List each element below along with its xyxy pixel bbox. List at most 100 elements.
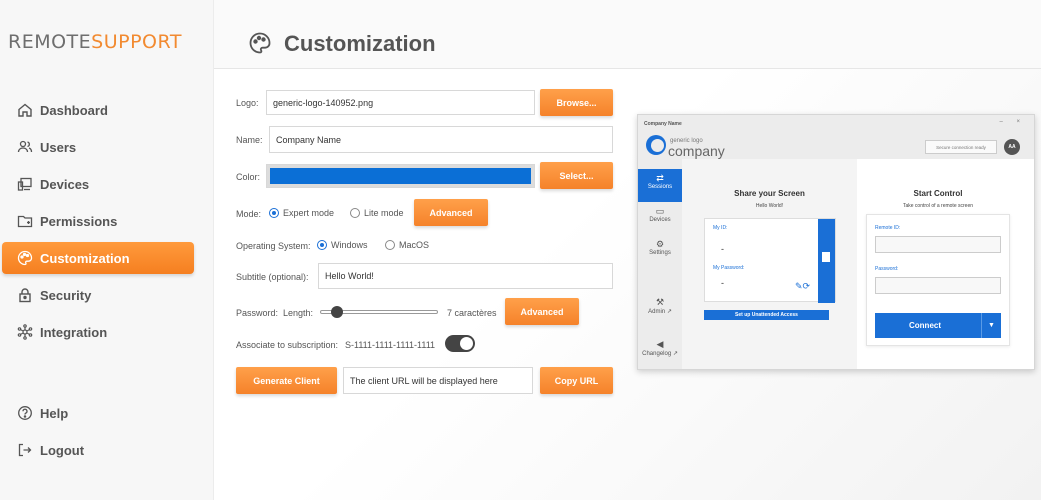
subtitle-field[interactable]: Hello World!: [318, 263, 613, 289]
sidebar-item-label: Integration: [40, 324, 108, 340]
permissions-icon: [16, 212, 34, 230]
sidebar-item-customization[interactable]: Customization: [2, 242, 194, 274]
brand-part-2: SUPPORT: [91, 31, 182, 53]
palette-icon: [16, 249, 34, 267]
unattended-access-button: Set up Unattended Access: [704, 310, 829, 320]
preview-nav-label: Settings: [649, 250, 671, 256]
toggle-knob: [460, 337, 473, 350]
chevron-down-icon: ▼: [981, 313, 1001, 338]
sidebar-item-label: Customization: [40, 250, 130, 266]
sidebar-item-permissions[interactable]: Permissions: [2, 205, 194, 237]
remote-id-label: Remote ID:: [875, 225, 901, 231]
share-screen-panel: Share your Screen Hello World! My ID: - …: [682, 159, 857, 369]
radio-label: Lite mode: [364, 208, 404, 218]
my-password-label: My Password:: [713, 265, 745, 271]
color-field[interactable]: [266, 164, 535, 188]
preview-nav-admin: ⚒ Admin ↗: [638, 297, 682, 315]
sessions-icon: ⇄: [656, 173, 664, 183]
control-subtitle: Take control of a remote screen: [902, 203, 974, 209]
sidebar-item-integration[interactable]: Integration: [2, 316, 194, 348]
help-icon: [16, 404, 34, 422]
os-label: Operating System:: [236, 241, 311, 251]
preview-password-label: Password:: [875, 266, 899, 272]
select-color-button[interactable]: Select...: [540, 162, 613, 189]
sidebar-item-label: Dashboard: [40, 102, 108, 118]
company-name-field[interactable]: Company Name: [269, 126, 613, 153]
subscription-id: S-1111-1111-1111-1111: [345, 340, 436, 350]
sidebar-item-users[interactable]: Users: [2, 131, 194, 163]
client-url-field[interactable]: The client URL will be displayed here: [343, 367, 533, 394]
remote-id-input: [875, 236, 1001, 253]
preview-nav-devices: ▭ Devices: [638, 206, 682, 223]
preview-sidebar: ⇄ Sessions ▭ Devices ⚙ Settings ⚒ Admin ↗ ◀ C…: [638, 169, 682, 369]
home-icon: [16, 101, 34, 119]
avatar: AA: [1004, 139, 1020, 155]
palette-icon: [249, 32, 271, 54]
sidebar-item-label: Logout: [40, 442, 85, 458]
refresh-icon: ✎⟳: [795, 281, 811, 291]
preview-logo-big: company: [668, 143, 725, 159]
color-swatch: [270, 168, 531, 184]
preview-nav-label: Sessions: [647, 184, 673, 190]
sidebar-item-logout[interactable]: Logout: [2, 434, 194, 466]
mode-advanced-button[interactable]: Advanced: [414, 199, 488, 226]
macos-radio[interactable]: MacOS: [385, 240, 429, 250]
sidebar-item-dashboard[interactable]: Dashboard: [2, 94, 194, 126]
logo-field[interactable]: generic-logo-140952.png: [266, 90, 535, 115]
sidebar-item-label: Permissions: [40, 213, 118, 229]
copy-url-button[interactable]: Copy URL: [540, 367, 613, 394]
page-header: Customization: [214, 0, 1041, 69]
connect-label: Connect: [909, 321, 941, 330]
gear-icon: ⚙: [655, 239, 665, 249]
brand-logo: REMOTESUPPORT: [8, 31, 182, 53]
sidebar-item-devices[interactable]: Devices: [2, 168, 194, 200]
preview-nav-settings: ⚙ Settings: [638, 239, 682, 256]
share-title: Share your Screen: [734, 189, 805, 198]
preview-title: Company Name: [644, 121, 682, 127]
copy-icon: [822, 252, 830, 262]
my-id-label: My ID:: [713, 225, 728, 231]
lock-icon: [16, 286, 34, 304]
sidebar-item-label: Security: [40, 287, 92, 303]
slider-thumb[interactable]: [330, 306, 343, 318]
preview-nav-label: Devices: [649, 217, 671, 223]
my-id-box: My ID: - My Password: - ✎⟳: [704, 218, 836, 303]
sidebar-item-security[interactable]: Security: [2, 279, 194, 311]
preview-nav-label: Admin ↗: [648, 309, 672, 315]
generate-client-button[interactable]: Generate Client: [236, 367, 337, 394]
subscription-toggle[interactable]: [445, 335, 475, 352]
length-label: Length:: [283, 308, 314, 318]
preview-nav-changelog: ◀ Changelog ↗: [638, 339, 682, 357]
name-label: Name:: [236, 135, 263, 145]
page-title: Customization: [284, 31, 436, 56]
users-icon: [16, 138, 34, 156]
control-box: Remote ID: Password: Connect ▼: [866, 214, 1010, 346]
brand-part-1: REMOTE: [8, 31, 92, 53]
preview-status: Secure connection ready: [925, 140, 997, 154]
subscription-label: Associate to subscription:: [236, 340, 339, 350]
expert-mode-radio[interactable]: Expert mode: [269, 208, 334, 218]
lite-mode-radio[interactable]: Lite mode: [350, 208, 404, 218]
radio-label: Windows: [331, 240, 368, 250]
connect-button: Connect ▼: [875, 313, 1001, 338]
radio-dot: [350, 208, 360, 218]
mode-label: Mode:: [236, 209, 262, 219]
devices-icon: [16, 175, 34, 193]
devices-icon: ▭: [655, 206, 665, 216]
sidebar-item-help[interactable]: Help: [2, 397, 194, 429]
share-subtitle: Hello World!: [755, 203, 784, 209]
password-advanced-button[interactable]: Advanced: [505, 298, 579, 325]
radio-label: MacOS: [399, 240, 430, 250]
copy-bar: [818, 219, 835, 303]
preview-nav-label: Changelog ↗: [642, 351, 678, 357]
megaphone-icon: ◀: [656, 339, 664, 349]
browse-button[interactable]: Browse...: [540, 89, 613, 116]
windows-radio[interactable]: Windows: [317, 240, 368, 250]
logo-label: Logo:: [236, 98, 259, 108]
client-preview-window: Company Name – × generic logo company Se…: [637, 114, 1035, 370]
password-length-slider[interactable]: [320, 306, 438, 318]
radio-dot: [269, 208, 279, 218]
start-control-panel: Start Control Take control of a remote s…: [866, 159, 1034, 355]
control-title: Start Control: [913, 189, 963, 198]
preview-content: Share your Screen Hello World! My ID: - …: [682, 159, 1034, 369]
